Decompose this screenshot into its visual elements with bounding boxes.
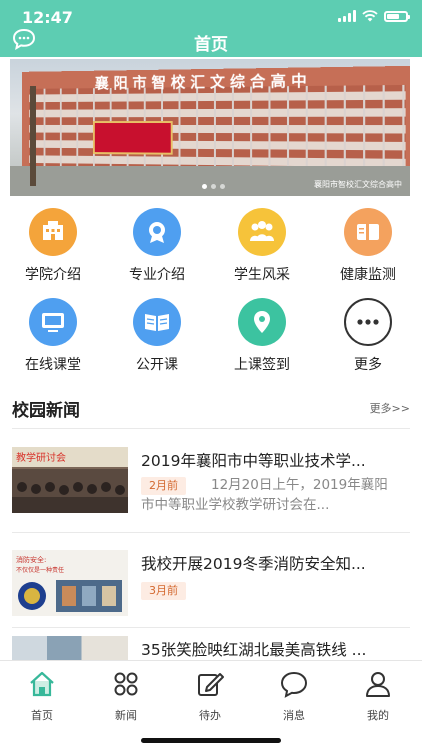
news-thumbnail	[12, 636, 128, 660]
tab-label: 新闻	[115, 709, 137, 722]
news-thumbnail: 教学研讨会	[12, 447, 128, 513]
news-section-header: 校园新闻 更多>>	[12, 396, 410, 421]
status-bar: 12:47	[0, 8, 422, 28]
menu-item-open-class[interactable]: 公开课	[107, 298, 207, 374]
menu-item-major-intro[interactable]: 专业介绍	[107, 208, 207, 284]
tab-news[interactable]: 新闻	[84, 669, 168, 723]
menu-item-health-monitor[interactable]: 健康监测	[318, 208, 418, 284]
more-icon	[344, 298, 392, 346]
tab-label: 我的	[367, 709, 389, 722]
tab-profile[interactable]: 我的	[336, 669, 420, 723]
menu-label: 学生风采	[234, 267, 290, 283]
svg-text:不仅仅是一种责任: 不仅仅是一种责任	[16, 566, 64, 574]
divider	[12, 532, 410, 533]
news-time-badge: 3月前	[141, 582, 186, 600]
svg-text:教学研讨会: 教学研讨会	[16, 451, 66, 464]
more-link[interactable]: 更多>>	[370, 400, 410, 416]
tab-label: 消息	[283, 709, 305, 722]
medal-icon	[133, 208, 181, 256]
svg-text:消防安全:: 消防安全:	[16, 555, 46, 564]
news-title: 2019年襄阳市中等职业技术学...	[141, 452, 366, 470]
school-building-image: 襄阳市智校汇文综合高中	[22, 65, 410, 183]
section-title: 校园新闻	[12, 401, 80, 421]
menu-label: 健康监测	[340, 267, 396, 283]
people-icon	[238, 208, 286, 256]
menu-item-class-checkin[interactable]: 上课签到	[212, 298, 312, 374]
chat-bubble-icon	[280, 671, 308, 698]
wifi-icon	[362, 10, 378, 22]
news-summary: 12月20日上午，2019年襄阳市中等职业学校教学研讨会在...	[141, 477, 388, 513]
menu-label: 上课签到	[234, 357, 290, 373]
building-roof-text: 襄阳市智校汇文综合高中	[94, 71, 312, 93]
tab-todo[interactable]: 待办	[168, 669, 252, 723]
open-book-icon	[133, 298, 181, 346]
location-pin-icon	[238, 298, 286, 346]
home-icon	[30, 671, 54, 697]
menu-item-more[interactable]: 更多	[318, 298, 418, 374]
menu-item-student-style[interactable]: 学生风采	[212, 208, 312, 284]
menu-item-online-class[interactable]: 在线课堂	[3, 298, 103, 374]
building-icon	[29, 208, 77, 256]
status-icons	[338, 10, 410, 22]
menu-label: 在线课堂	[25, 357, 81, 373]
signal-icon	[338, 10, 356, 22]
tab-label: 待办	[199, 709, 221, 722]
tab-label: 首页	[31, 709, 53, 722]
news-title: 我校开展2019冬季消防安全知...	[141, 555, 366, 573]
menu-label: 公开课	[136, 357, 178, 373]
person-icon	[366, 672, 390, 697]
app-header: 12:47 首页	[0, 0, 422, 57]
menu-item-college-intro[interactable]: 学院介绍	[3, 208, 103, 284]
edit-icon	[198, 673, 224, 696]
divider	[12, 428, 410, 429]
page-title: 首页	[194, 35, 228, 55]
banner-caption: 襄阳市智校汇文综合高中	[314, 180, 402, 189]
menu-label: 学院介绍	[25, 267, 81, 283]
monitor-icon	[29, 298, 77, 346]
menu-label: 专业介绍	[129, 267, 185, 283]
home-indicator	[141, 738, 281, 743]
news-title: 35张笑脸映红湖北最美高铁线 ...	[141, 641, 367, 659]
banner-carousel[interactable]: 襄阳市智校汇文综合高中 襄阳市智校汇文综合高中	[10, 59, 410, 196]
status-time: 12:47	[22, 8, 73, 27]
news-thumbnail: 消防安全: 不仅仅是一种责任	[12, 550, 128, 616]
tab-home[interactable]: 首页	[0, 669, 84, 723]
menu-label: 更多	[354, 357, 382, 373]
grid-icon	[114, 672, 138, 696]
divider	[12, 627, 410, 628]
carousel-dots[interactable]	[202, 184, 225, 189]
battery-icon	[384, 10, 410, 22]
book-icon	[344, 208, 392, 256]
tab-messages[interactable]: 消息	[252, 669, 336, 723]
